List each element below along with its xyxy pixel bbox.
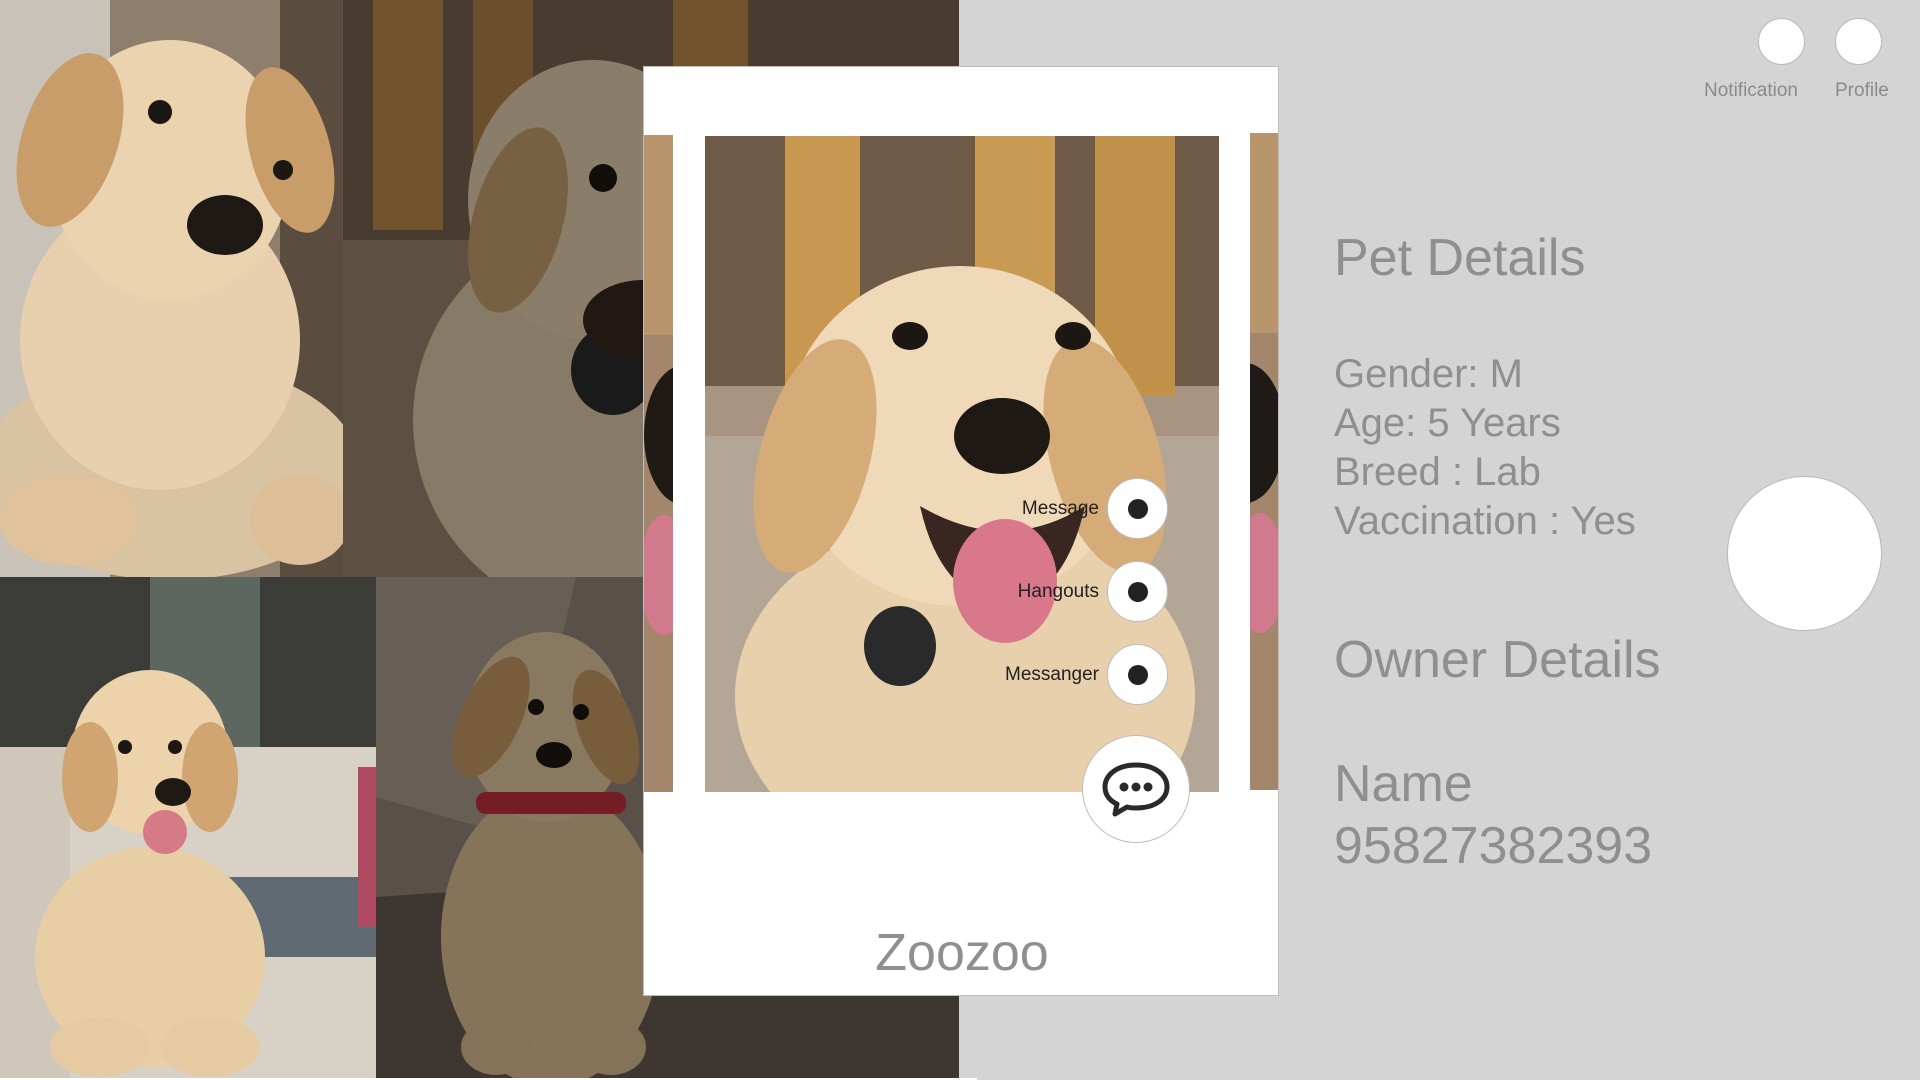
share-hangouts-button[interactable] [1107, 561, 1168, 622]
pet-name: Zoozoo [875, 924, 1049, 982]
share-messanger-button[interactable] [1107, 644, 1168, 705]
chat-button[interactable] [1082, 735, 1190, 843]
dot-icon [1127, 664, 1148, 685]
app-screen: Message Hangouts Messanger Zoozoo Notifi… [0, 0, 1920, 1080]
share-message-button[interactable] [1107, 478, 1168, 539]
share-message-row: Message [1022, 478, 1168, 539]
owner-phone: 95827382393 [1334, 817, 1653, 875]
pet-vaccination: Vaccination : Yes [1334, 499, 1636, 543]
pet-card: Message Hangouts Messanger Zoozoo [643, 66, 1279, 996]
owner-details-title: Owner Details [1334, 631, 1661, 689]
owner-avatar[interactable] [1727, 476, 1882, 631]
notification-label: Notification [1704, 80, 1798, 101]
pet-age: Age: 5 Years [1334, 401, 1561, 445]
share-messanger-label: Messanger [1005, 663, 1099, 685]
puppy-photo-lying[interactable] [0, 0, 343, 577]
share-hangouts-row: Hangouts [1018, 561, 1168, 622]
share-message-label: Message [1021, 497, 1099, 519]
next-pet-photo[interactable] [1250, 133, 1278, 790]
profile-label: Profile [1835, 80, 1889, 101]
puppy-photo-tongue-out[interactable] [0, 577, 376, 1080]
dot-icon [1127, 498, 1148, 519]
previous-pet-photo[interactable] [644, 135, 673, 792]
pet-breed: Breed : Lab [1334, 450, 1541, 494]
share-messanger-row: Messanger [1005, 644, 1168, 705]
share-hangouts-label: Hangouts [1017, 580, 1099, 602]
owner-name: Name [1334, 755, 1473, 813]
profile-icon[interactable] [1835, 18, 1882, 65]
notification-icon[interactable] [1758, 18, 1805, 65]
chat-bubble-icon [1102, 762, 1170, 817]
pet-gender: Gender: M [1334, 352, 1523, 396]
dot-icon [1127, 581, 1148, 602]
pet-details-title: Pet Details [1334, 229, 1586, 287]
